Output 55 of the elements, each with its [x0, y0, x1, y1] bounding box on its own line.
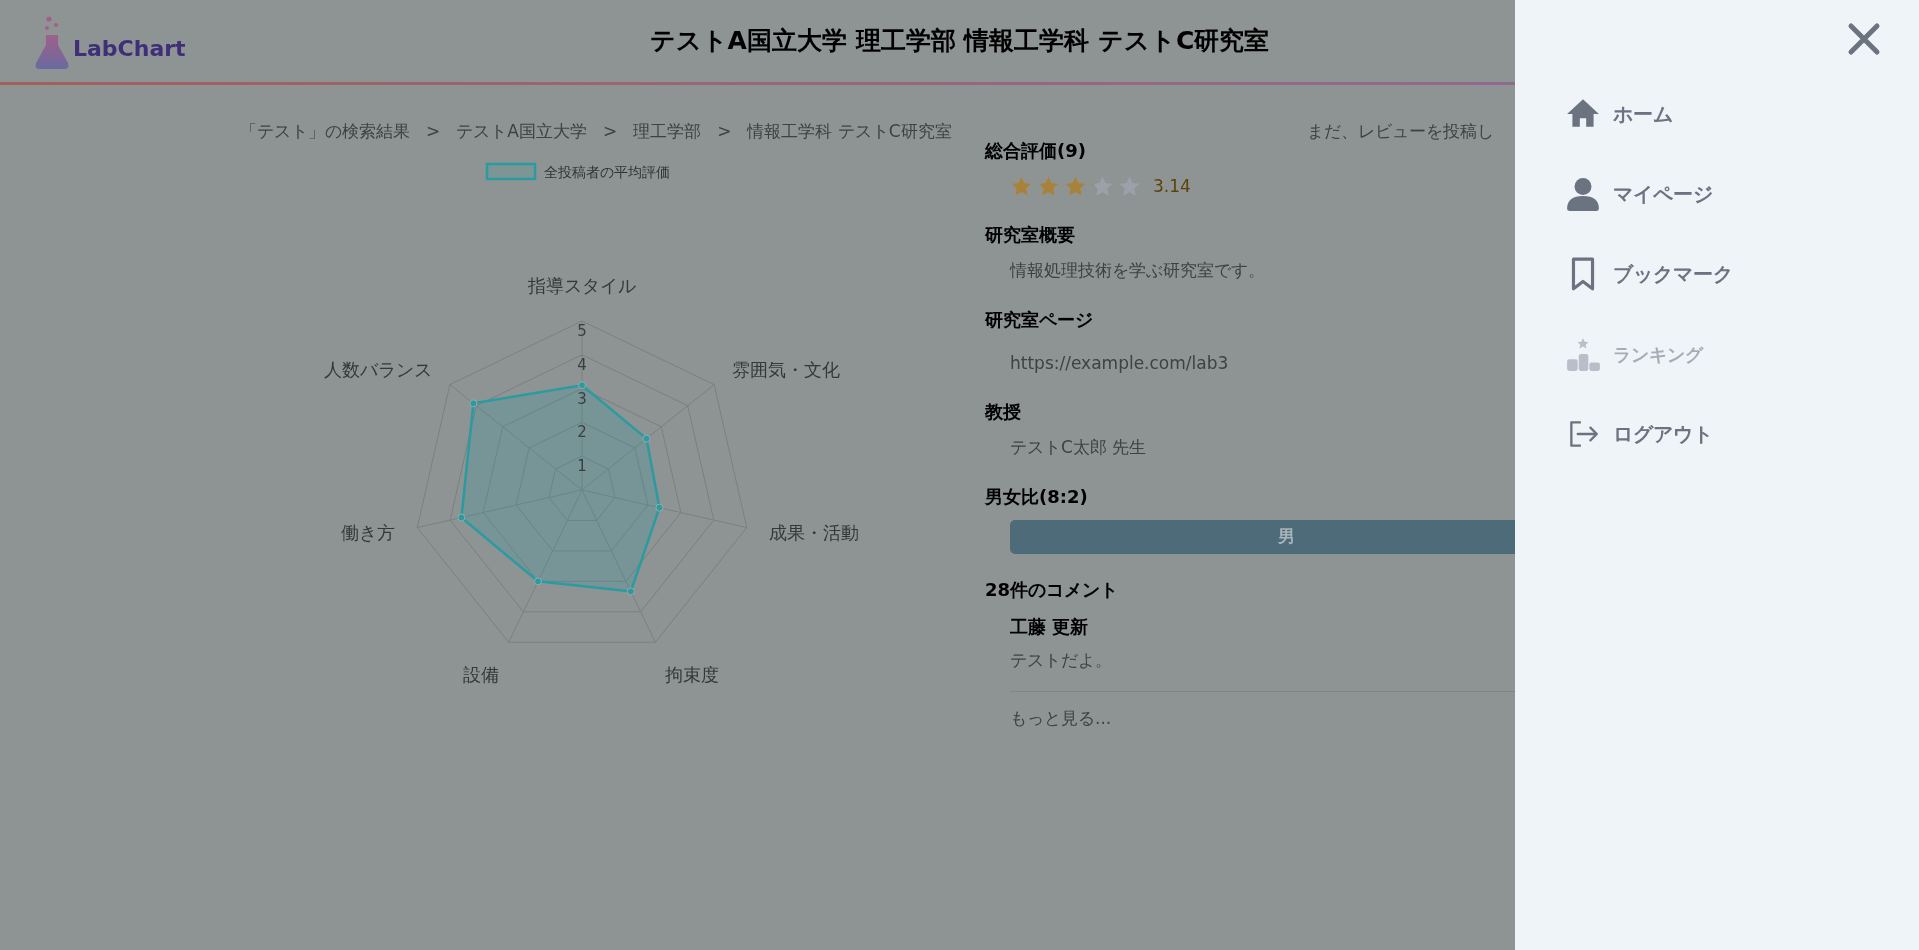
tick-label: 4: [577, 355, 587, 374]
section-text: https://example.com/lab3: [1010, 351, 1229, 375]
data-point: [457, 513, 466, 522]
tick-label: 3: [577, 389, 587, 408]
axis-label: 雰囲気・文化: [732, 358, 841, 380]
podium-icon: [1565, 336, 1601, 372]
axis-label: 指導スタイル: [528, 274, 636, 296]
breadcrumb-separator: >: [717, 120, 732, 143]
close-icon[interactable]: [1847, 22, 1881, 56]
data-point: [642, 434, 651, 443]
menu-item[interactable]: ログアウト: [1565, 416, 1919, 452]
menu-item[interactable]: ブックマーク: [1565, 256, 1919, 292]
user-icon: [1565, 176, 1601, 212]
breadcrumb-separator: >: [426, 120, 441, 143]
star-icon: [1091, 175, 1114, 198]
review-prompt: まだ、レビューを投稿し: [1307, 120, 1494, 143]
breadcrumb-separator: >: [602, 120, 618, 143]
data-point: [655, 503, 664, 512]
section-heading: 研究室ページ: [985, 307, 1093, 332]
flask-icon: [35, 15, 69, 71]
page-title: テストA国立大学 理工学部 情報工学科 テストC研究室: [649, 25, 1270, 58]
comment-author: 工藤 更新: [1010, 614, 1090, 639]
legend-label: 全投稿者の平均評価: [544, 163, 670, 180]
menu-item[interactable]: ホーム: [1565, 96, 1919, 132]
data-point: [534, 576, 542, 585]
section-heading: 教授: [985, 400, 1021, 424]
section-heading: 28件のコメント: [985, 577, 1119, 602]
menu-item[interactable]: マイページ: [1565, 176, 1919, 212]
rating-value: 3.14: [1153, 174, 1191, 198]
section-text: テストC太郎 先生: [1010, 436, 1147, 459]
axis-label: 拘束度: [665, 663, 720, 685]
breadcrumb-link[interactable]: テストA国立大学: [456, 119, 587, 145]
data-point: [578, 380, 586, 389]
axis-label: 人数バランス: [323, 358, 432, 380]
star-icon: [1037, 175, 1060, 198]
logo-text: LabChart: [73, 35, 186, 63]
tick-label: 2: [577, 422, 587, 441]
star-icon: [1010, 175, 1033, 198]
breadcrumb-link[interactable]: 理工学部: [633, 119, 702, 145]
axis-label: 設備: [462, 663, 499, 685]
tick-label: 5: [577, 321, 587, 340]
star-icon: [1064, 175, 1087, 198]
breadcrumb-link[interactable]: 情報工学科 テストC研究室: [747, 119, 952, 145]
axis-label: 成果・活動: [769, 521, 860, 543]
comment-text: テストだよ。: [1010, 648, 1113, 672]
section-heading: 総合評価(9): [985, 138, 1086, 163]
data-point: [626, 586, 635, 595]
section-heading: 研究室概要: [985, 223, 1075, 247]
chart-legend[interactable]: 全投稿者の平均評価: [485, 162, 670, 180]
breadcrumb-link[interactable]: 「テスト」の検索結果: [240, 119, 410, 145]
data-point: [469, 398, 478, 407]
tick-label: 1: [577, 456, 587, 475]
section-heading: 男女比(8:2): [985, 484, 1088, 509]
section-text: 情報処理技術を学ぶ研究室です。: [1010, 259, 1265, 282]
axis-label: 働き方: [340, 521, 395, 543]
